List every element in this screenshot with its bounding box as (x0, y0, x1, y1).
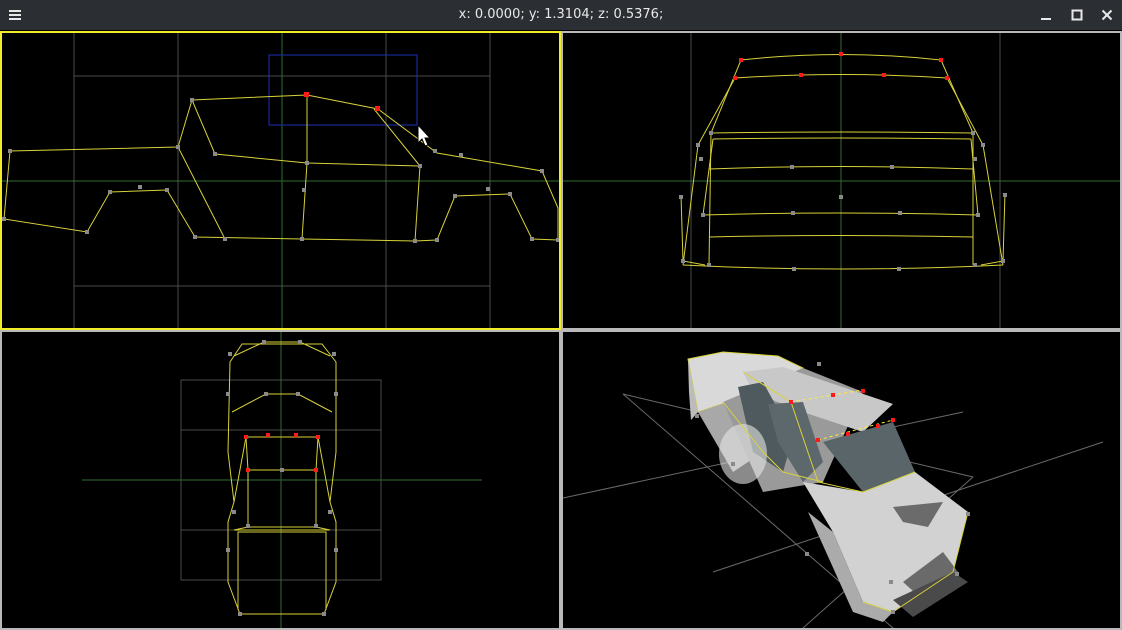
viewport-perspective[interactable] (561, 330, 1122, 630)
side-vertices (2, 98, 559, 243)
top-view-canvas[interactable] (2, 332, 559, 628)
top-vertices (226, 340, 338, 616)
maximize-icon[interactable] (1062, 0, 1092, 30)
viewport-top[interactable] (0, 330, 561, 630)
front-vertices (679, 131, 1007, 271)
top-wireframe (227, 341, 337, 615)
axis-lines (563, 33, 1120, 328)
side-view-canvas[interactable] (2, 33, 559, 328)
perspective-view-canvas[interactable] (563, 332, 1120, 628)
side-wireframe (3, 94, 559, 242)
axis-lines (82, 332, 482, 628)
mouse-cursor-icon (417, 123, 432, 147)
window-title: x: 0.0000; y: 1.3104; z: 0.5376; (458, 7, 664, 22)
close-icon[interactable] (1092, 0, 1122, 30)
selection-box (268, 54, 418, 126)
viewport-side[interactable] (0, 31, 561, 330)
axis-lines (2, 33, 559, 328)
front-view-canvas[interactable] (563, 33, 1120, 328)
front-wireframe (680, 54, 1006, 270)
viewport-front[interactable] (561, 31, 1122, 330)
minimize-icon[interactable] (1031, 0, 1061, 30)
title-bar: x: 0.0000; y: 1.3104; z: 0.5376; (0, 0, 1122, 30)
selected-vertices (244, 433, 320, 472)
